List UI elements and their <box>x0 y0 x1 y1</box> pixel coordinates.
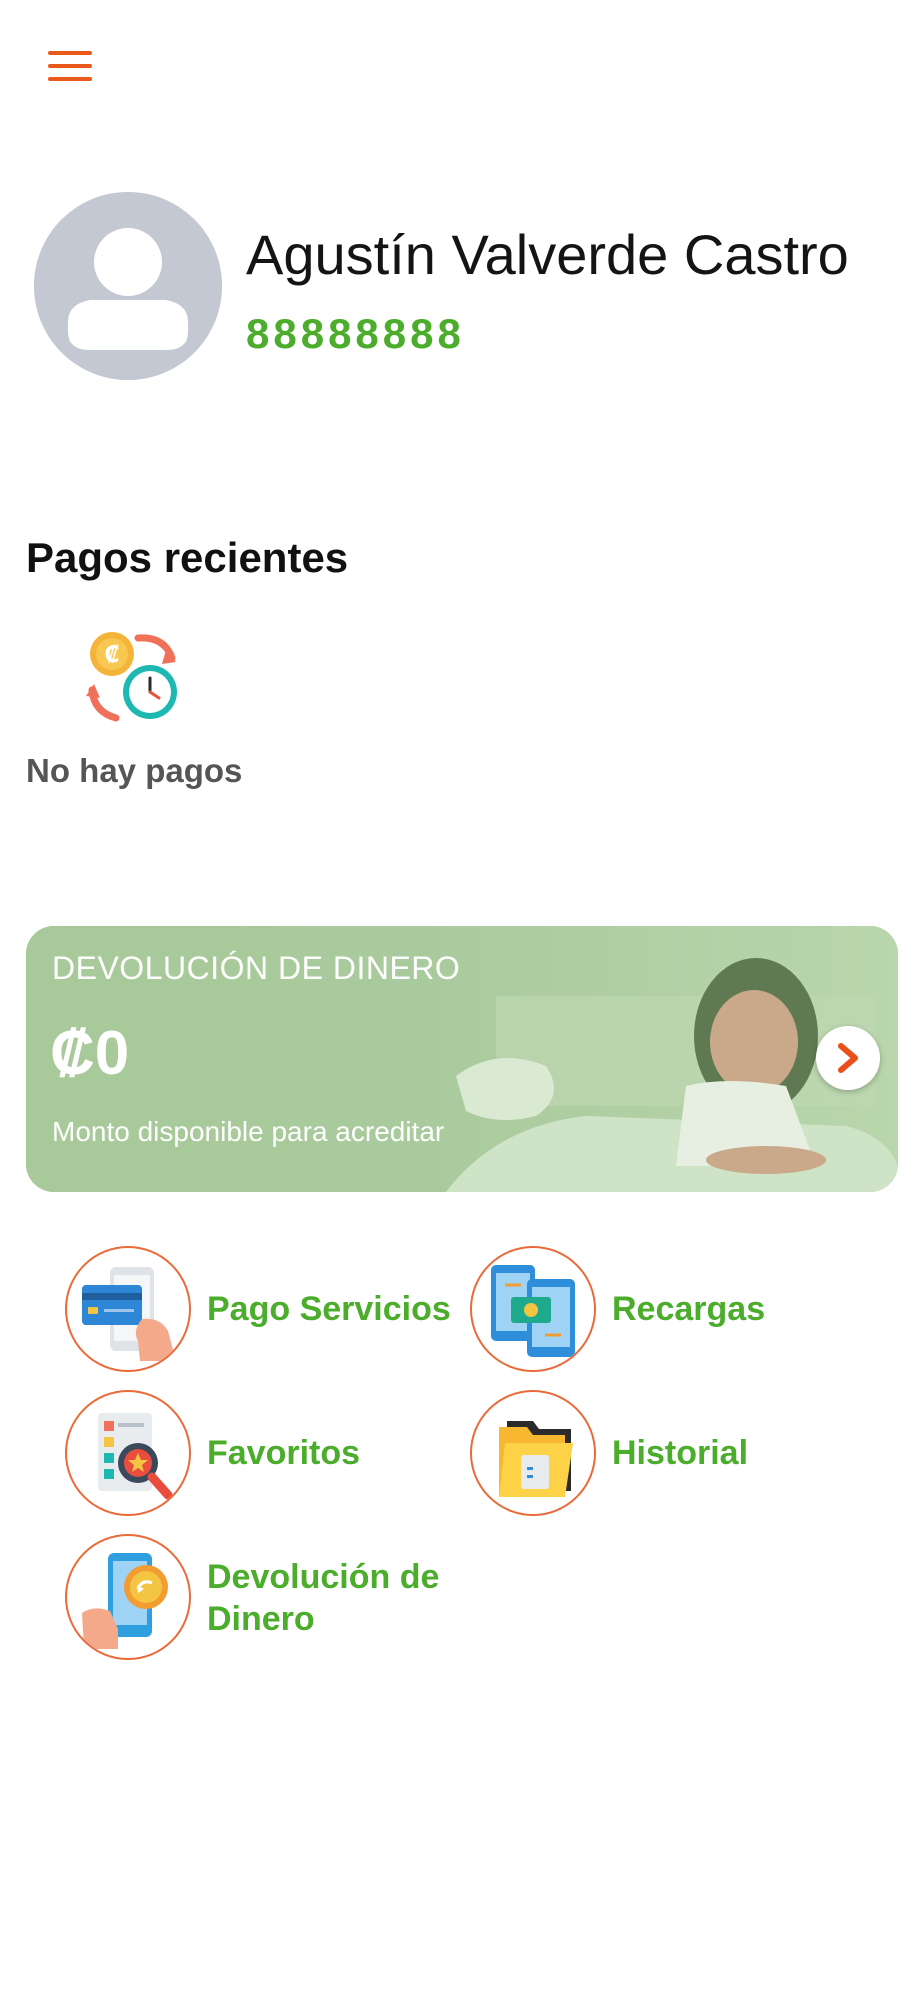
user-name: Agustín Valverde Castro <box>246 223 849 286</box>
money-return-icon <box>65 1534 191 1660</box>
action-label: Recargas <box>612 1290 766 1328</box>
action-pago-servicios[interactable]: Pago Servicios <box>65 1246 465 1372</box>
action-devolucion-dinero[interactable]: Devolución de Dinero <box>65 1534 465 1660</box>
refund-amount: ₡0 <box>50 1019 130 1088</box>
action-label: Pago Servicios <box>207 1290 451 1328</box>
folder-history-icon <box>470 1390 596 1516</box>
svg-text:₡: ₡ <box>104 643 119 668</box>
payment-clock-icon: ₡ <box>86 628 186 728</box>
action-label-line1: Devolución de <box>207 1558 440 1596</box>
action-label: Favoritos <box>207 1434 361 1472</box>
phone-recharge-icon <box>470 1246 596 1372</box>
action-label-line2: Dinero <box>207 1600 315 1638</box>
chevron-right-icon[interactable] <box>816 1026 880 1090</box>
user-avatar-placeholder-icon[interactable] <box>34 192 222 380</box>
refund-banner-subtitle: Monto disponible para acreditar <box>52 1116 445 1147</box>
refund-banner[interactable]: DEVOLUCIÓN DE DINERO ₡0 Monto disponible… <box>26 926 898 1192</box>
no-payments-text: No hay pagos <box>26 752 243 789</box>
menu-bar <box>48 77 92 81</box>
action-historial[interactable]: Historial <box>470 1390 870 1516</box>
action-favoritos[interactable]: Favoritos <box>65 1390 465 1516</box>
favorites-icon <box>65 1390 191 1516</box>
user-phone-number: 88888888 <box>246 310 465 357</box>
menu-bar <box>48 64 92 68</box>
card-payment-icon <box>65 1246 191 1372</box>
refund-banner-title: DEVOLUCIÓN DE DINERO <box>52 950 461 986</box>
recent-payments-title: Pagos recientes <box>26 534 349 581</box>
hamburger-menu-icon[interactable] <box>44 48 94 86</box>
action-recargas[interactable]: Recargas <box>470 1246 870 1372</box>
action-label: Historial <box>612 1434 749 1472</box>
menu-bar <box>48 51 92 55</box>
